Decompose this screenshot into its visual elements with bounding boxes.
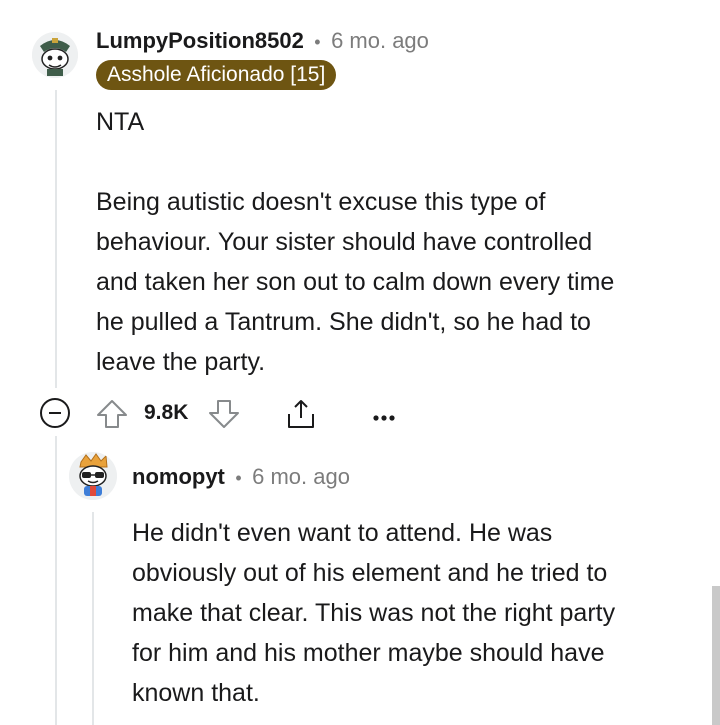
downvote-icon[interactable] [207, 398, 241, 430]
thread-line-reply[interactable] [92, 512, 94, 725]
reply-header: nomopyt • 6 mo. ago [132, 464, 350, 494]
share-icon[interactable] [284, 397, 318, 431]
vote-score: 9.8K [144, 401, 189, 424]
username[interactable]: LumpyPosition8502 [96, 28, 304, 53]
reply-body: He didn't even want to attend. He was ob… [132, 519, 616, 707]
reply-avatar[interactable] [69, 452, 117, 500]
reply-username[interactable]: nomopyt [132, 464, 225, 489]
comment-body: NTA Being autistic doesn't excuse this t… [96, 108, 615, 376]
thread-line-main[interactable] [55, 90, 57, 388]
reply-timestamp[interactable]: 6 mo. ago [252, 464, 350, 489]
collapse-icon[interactable] [39, 397, 71, 429]
user-flair: Asshole Aficionado [15] [96, 60, 337, 90]
avatar[interactable] [32, 32, 78, 78]
thread-line-reply-parent[interactable] [55, 436, 57, 725]
comment-header: LumpyPosition8502 • 6 mo. ago [96, 28, 429, 58]
scrollbar-thumb[interactable] [712, 586, 720, 725]
snoo-avatar-image [69, 452, 117, 500]
more-options-icon[interactable] [372, 410, 396, 421]
upvote-icon[interactable] [95, 398, 129, 430]
timestamp[interactable]: 6 mo. ago [331, 28, 429, 53]
separator-dot: • [314, 32, 321, 52]
separator-dot: • [235, 468, 242, 488]
snoo-avatar-image [32, 32, 78, 78]
